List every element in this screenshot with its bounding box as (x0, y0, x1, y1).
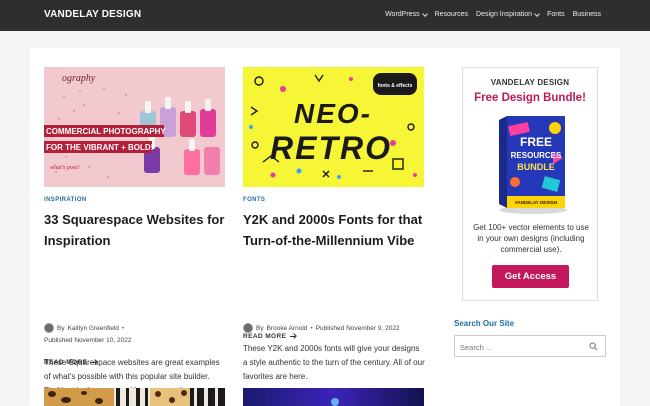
post-category[interactable]: FONTS (243, 197, 265, 203)
box-text: BUNDLE (517, 162, 555, 172)
avatar (243, 323, 253, 333)
post-thumbnail[interactable] (243, 388, 424, 406)
box-text: FREE (520, 135, 552, 149)
post-published: Published November 10, 2022 (44, 337, 132, 344)
post-title[interactable]: Y2K and 2000s Fonts for that Turn-of-the… (243, 209, 428, 251)
meta-separator: • (121, 324, 125, 332)
arrow-right-icon (290, 336, 297, 337)
chevron-down-icon (534, 10, 540, 17)
author-name[interactable]: Kaitlyn Greenfield (68, 325, 119, 332)
bundle-box-image[interactable]: FREE RESOURCES BUNDLE VANDELAY DESIGN (493, 112, 569, 214)
post-card: ography COMMERCIAL PHOTOGRAPHY FOR THE V… (44, 67, 225, 395)
thumb-text: RETRO (270, 130, 392, 166)
post-category[interactable]: INSPIRATION (44, 197, 87, 203)
nav-item-label: Fonts (547, 11, 565, 18)
author-prefix: By (256, 324, 264, 332)
post-thumbnail[interactable]: ography COMMERCIAL PHOTOGRAPHY FOR THE V… (44, 67, 225, 187)
squarespace-thumbnail-art: ography COMMERCIAL PHOTOGRAPHY FOR THE V… (44, 67, 225, 187)
ad-title: Free Design Bundle! (474, 92, 586, 104)
post-card: fonts & effects NEO- RETRO FONTS Y2K and… (243, 67, 425, 381)
post-excerpt: These Y2K and 2000s fonts will give your… (243, 344, 425, 381)
author-name[interactable]: Brooke Arnold (267, 325, 308, 332)
nav-item-design-inspiration[interactable]: Design Inspiration (476, 10, 540, 18)
search-icon[interactable] (589, 342, 598, 351)
site-logo[interactable]: VANDELAY DESIGN (44, 9, 141, 20)
search-heading: Search Our Site (454, 319, 515, 328)
nav-item-fonts[interactable]: Fonts (547, 11, 565, 18)
stage-thumbnail-art (243, 388, 424, 406)
get-access-button[interactable]: Get Access (492, 265, 569, 288)
thumb-text: FOR THE VIBRANT + BOLD! (46, 143, 153, 152)
nav-item-label: Resources (434, 11, 469, 18)
search-input[interactable] (460, 340, 585, 354)
sidebar-ad: VANDELAY DESIGN Free Design Bundle! FREE… (462, 67, 598, 301)
post-thumbnail[interactable]: fonts & effects NEO- RETRO (243, 67, 424, 187)
search-form (454, 335, 606, 357)
arrow-right-icon (91, 362, 98, 363)
read-more-link[interactable]: READ MORE (243, 333, 297, 340)
box-text: RESOURCES (511, 151, 562, 160)
post-meta: By Kaitlyn Greenfield • (44, 323, 124, 333)
nav-item-business[interactable]: Business (573, 11, 601, 18)
author-prefix: By (57, 324, 65, 332)
neo-retro-thumbnail-art: fonts & effects NEO- RETRO (243, 67, 424, 187)
box-text: VANDELAY DESIGN (515, 200, 557, 205)
thumb-text: ography (62, 73, 96, 84)
thumb-text: NEO- (294, 98, 372, 129)
main-nav: WordPress Resources Design Inspiration F… (385, 10, 601, 18)
read-more-label: READ MORE (44, 359, 88, 366)
animal-print-thumbnail-art (44, 388, 225, 406)
avatar (44, 323, 54, 333)
read-more-link[interactable]: READ MORE (44, 359, 98, 366)
nav-item-label: Business (572, 11, 601, 18)
meta-separator: • (310, 324, 313, 332)
nav-item-label: Design Inspiration (476, 11, 533, 18)
thumb-text: fonts & effects (378, 83, 413, 89)
site-header: VANDELAY DESIGN WordPress Resources Desi… (0, 0, 650, 31)
thumb-text: what's poss! (50, 165, 79, 171)
read-more-label: READ MORE (243, 333, 287, 340)
post-published: Published November 9, 2022 (315, 324, 400, 332)
post-date: Published November 10, 2022 (44, 337, 131, 344)
thumb-text: COMMERCIAL PHOTOGRAPHY (46, 127, 166, 136)
post-meta: By Brooke Arnold • Published November 9,… (243, 323, 400, 333)
nav-item-resources[interactable]: Resources (435, 11, 468, 18)
post-thumbnail[interactable] (44, 388, 225, 406)
post-title[interactable]: 33 Squarespace Websites for Inspiration (44, 209, 229, 251)
nav-item-label: WordPress (385, 11, 420, 18)
nav-item-wordpress[interactable]: WordPress (385, 10, 428, 18)
ad-brand: VANDELAY DESIGN (490, 78, 570, 87)
chevron-down-icon (421, 10, 428, 17)
ad-description: Get 100+ vector elements to use in your … (473, 223, 589, 254)
